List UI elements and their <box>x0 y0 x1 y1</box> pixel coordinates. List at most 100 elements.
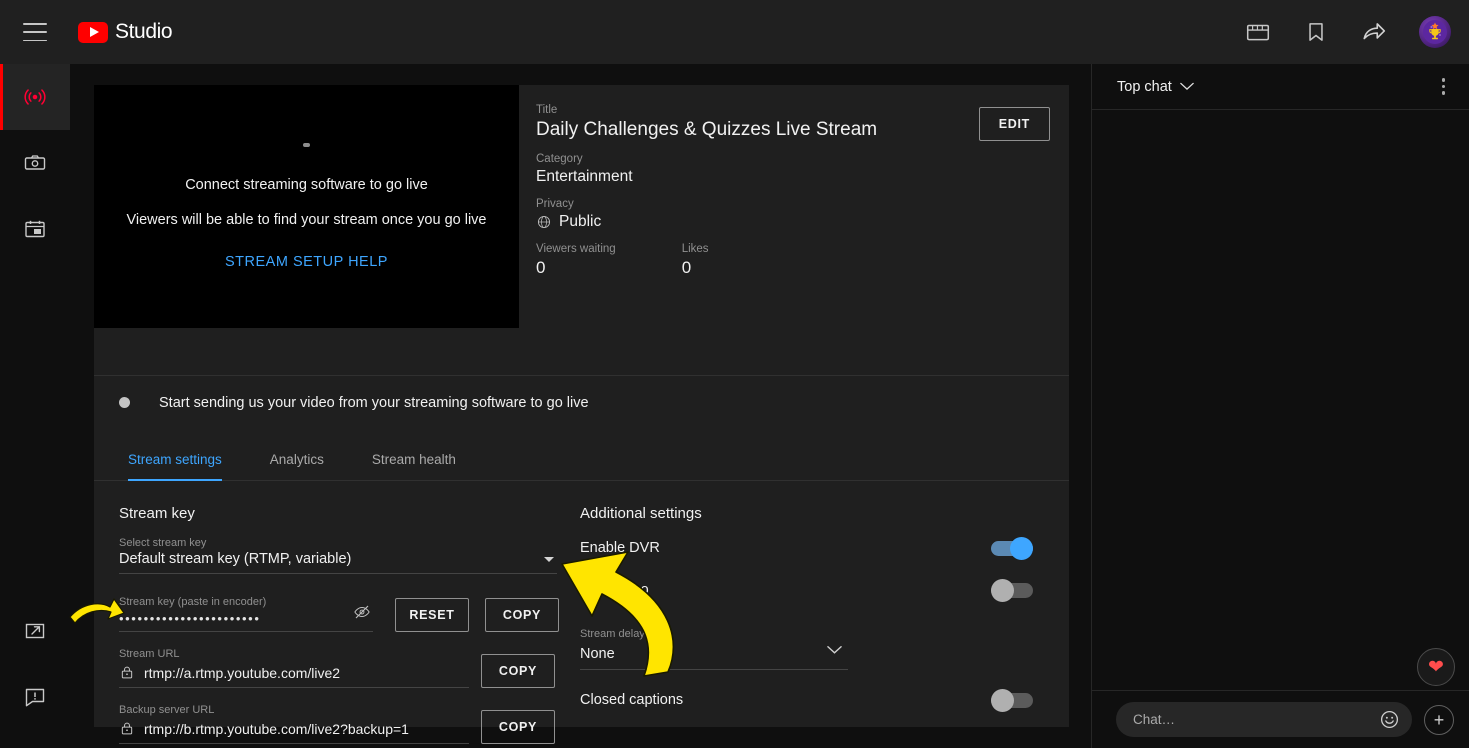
chat-options-menu-icon[interactable] <box>1436 72 1452 101</box>
settings-body: Stream key Select stream key Default str… <box>94 481 1069 744</box>
viewers-waiting-label: Viewers waiting <box>536 243 616 255</box>
bookmark-icon[interactable] <box>1303 19 1329 45</box>
clapperboard-icon[interactable] <box>1245 19 1271 45</box>
privacy-value: Public <box>559 213 602 230</box>
closed-captions-toggle[interactable] <box>991 688 1033 712</box>
top-chat-dropdown[interactable]: Top chat <box>1117 79 1194 95</box>
video-360-row: 360° video <box>580 578 1033 602</box>
add-attachment-button[interactable]: + <box>1424 704 1454 735</box>
backup-url-label: Backup server URL <box>119 704 215 716</box>
live-chat-panel: Top chat ❤ Chat… + <box>1091 64 1469 748</box>
sidebar-item-manage[interactable] <box>0 196 70 262</box>
top-bar-actions <box>1245 0 1451 64</box>
copy-stream-url-button[interactable]: COPY <box>481 654 555 688</box>
stream-settings-card: Stream settings Analytics Stream health … <box>94 429 1069 744</box>
lock-icon <box>121 666 133 679</box>
emoji-icon[interactable] <box>1379 709 1400 730</box>
enable-dvr-row: Enable DVR <box>580 536 1033 560</box>
likes-value: 0 <box>681 258 692 277</box>
heart-reaction-button[interactable]: ❤ <box>1417 648 1455 686</box>
preview-secondary-text: Viewers will be able to find your stream… <box>126 212 487 228</box>
stream-delay-dropdown[interactable]: Stream delay None <box>580 628 848 670</box>
stream-status-bar: Start sending us your video from your st… <box>94 375 1069 429</box>
chat-input-placeholder: Chat… <box>1133 712 1176 727</box>
tab-analytics[interactable]: Analytics <box>270 452 324 480</box>
hamburger-menu-icon[interactable] <box>23 23 47 41</box>
stream-info-panel: Title Daily Challenges & Quizzes Live St… <box>519 85 1069 375</box>
calendar-icon <box>25 220 45 238</box>
stream-url-row: Stream URL rtmp://a.rtmp.youtube.com/liv… <box>119 648 564 688</box>
enable-dvr-toggle[interactable] <box>991 536 1033 560</box>
privacy-label: Privacy <box>536 198 574 210</box>
sidebar-item-open-external[interactable] <box>0 598 70 664</box>
sidebar-item-go-live[interactable] <box>0 64 70 130</box>
stream-url-field[interactable]: Stream URL rtmp://a.rtmp.youtube.com/liv… <box>119 648 469 688</box>
video-360-toggle[interactable] <box>991 578 1033 602</box>
stream-url-label: Stream URL <box>119 648 180 660</box>
external-link-icon <box>25 623 45 639</box>
chevron-down-icon <box>827 642 842 660</box>
stream-key-section-title: Stream key <box>119 505 195 522</box>
backup-url-value: rtmp://b.rtmp.youtube.com/live2?backup=1 <box>144 720 409 737</box>
lock-icon <box>121 722 133 735</box>
viewers-waiting-value: 0 <box>536 258 546 277</box>
likes-stat: Likes 0 <box>682 243 709 278</box>
main-content: Connect streaming software to go live Vi… <box>70 64 1091 748</box>
category-value: Entertainment <box>536 168 633 185</box>
category-label: Category <box>536 153 583 165</box>
select-stream-key-value: Default stream key (RTMP, variable) <box>119 551 352 567</box>
select-stream-key-dropdown[interactable]: Select stream key Default stream key (RT… <box>119 537 557 574</box>
category-field: Category Entertainment <box>536 153 1069 186</box>
video-360-label: 360° video <box>580 582 649 598</box>
left-sidebar <box>0 64 70 748</box>
preview-placeholder-dot <box>303 143 310 147</box>
chat-input-bar: Chat… + <box>1092 690 1469 748</box>
status-indicator-dot <box>119 397 130 408</box>
stream-key-row: Stream key (paste in encoder) ••••••••••… <box>119 596 564 632</box>
stream-key-field[interactable]: Stream key (paste in encoder) ••••••••••… <box>119 596 373 632</box>
eye-off-icon[interactable] <box>353 603 371 626</box>
stream-key-masked-value: ••••••••••••••••••••••• <box>119 611 261 626</box>
sidebar-item-feedback[interactable] <box>0 664 70 730</box>
youtube-studio-logo[interactable]: Studio <box>78 20 173 44</box>
avatar[interactable] <box>1419 16 1451 48</box>
status-message: Start sending us your video from your st… <box>159 394 589 411</box>
preview-primary-text: Connect streaming software to go live <box>185 177 428 193</box>
feedback-icon <box>25 688 45 707</box>
stream-key-label: Stream key (paste in encoder) <box>119 596 267 608</box>
stream-preview: Connect streaming software to go live Vi… <box>94 85 519 328</box>
stream-key-section: Stream key Select stream key Default str… <box>94 505 564 744</box>
additional-settings-section: Additional settings Enable DVR 360° vide… <box>564 505 1069 744</box>
stream-url-value: rtmp://a.rtmp.youtube.com/live2 <box>144 664 341 681</box>
copy-backup-url-button[interactable]: COPY <box>481 710 555 744</box>
broadcast-icon <box>24 89 46 105</box>
reset-stream-key-button[interactable]: RESET <box>395 598 469 632</box>
copy-stream-key-button[interactable]: COPY <box>485 598 559 632</box>
chat-header: Top chat <box>1092 64 1469 110</box>
youtube-play-icon <box>78 21 108 43</box>
stream-setup-help-link[interactable]: STREAM SETUP HELP <box>225 254 388 270</box>
stream-overview-card: Connect streaming software to go live Vi… <box>94 85 1069 375</box>
enable-dvr-label: Enable DVR <box>580 540 660 556</box>
closed-captions-row: Closed captions <box>580 688 1033 712</box>
tab-stream-settings[interactable]: Stream settings <box>128 452 222 481</box>
brand-label: Studio <box>115 20 173 43</box>
likes-label: Likes <box>681 243 709 255</box>
viewers-waiting-stat: Viewers waiting 0 <box>536 243 616 278</box>
globe-icon <box>537 215 551 229</box>
top-bar: Studio <box>0 0 1469 64</box>
chat-input[interactable]: Chat… <box>1116 702 1412 737</box>
backup-url-row: Backup server URL rtmp://b.rtmp.youtube.… <box>119 704 564 744</box>
sidebar-item-webcam[interactable] <box>0 130 70 196</box>
tab-stream-health[interactable]: Stream health <box>372 452 456 480</box>
edit-button[interactable]: EDIT <box>978 107 1050 141</box>
share-icon[interactable] <box>1361 19 1387 45</box>
privacy-field: Privacy Public <box>536 198 1069 231</box>
closed-captions-label: Closed captions <box>580 692 684 708</box>
backup-url-field[interactable]: Backup server URL rtmp://b.rtmp.youtube.… <box>119 704 469 744</box>
stream-delay-value: None <box>580 646 615 662</box>
chevron-down-icon <box>1180 82 1194 91</box>
heart-icon: ❤ <box>1428 656 1444 678</box>
trophy-icon <box>1423 20 1447 44</box>
chevron-down-icon <box>544 557 554 562</box>
